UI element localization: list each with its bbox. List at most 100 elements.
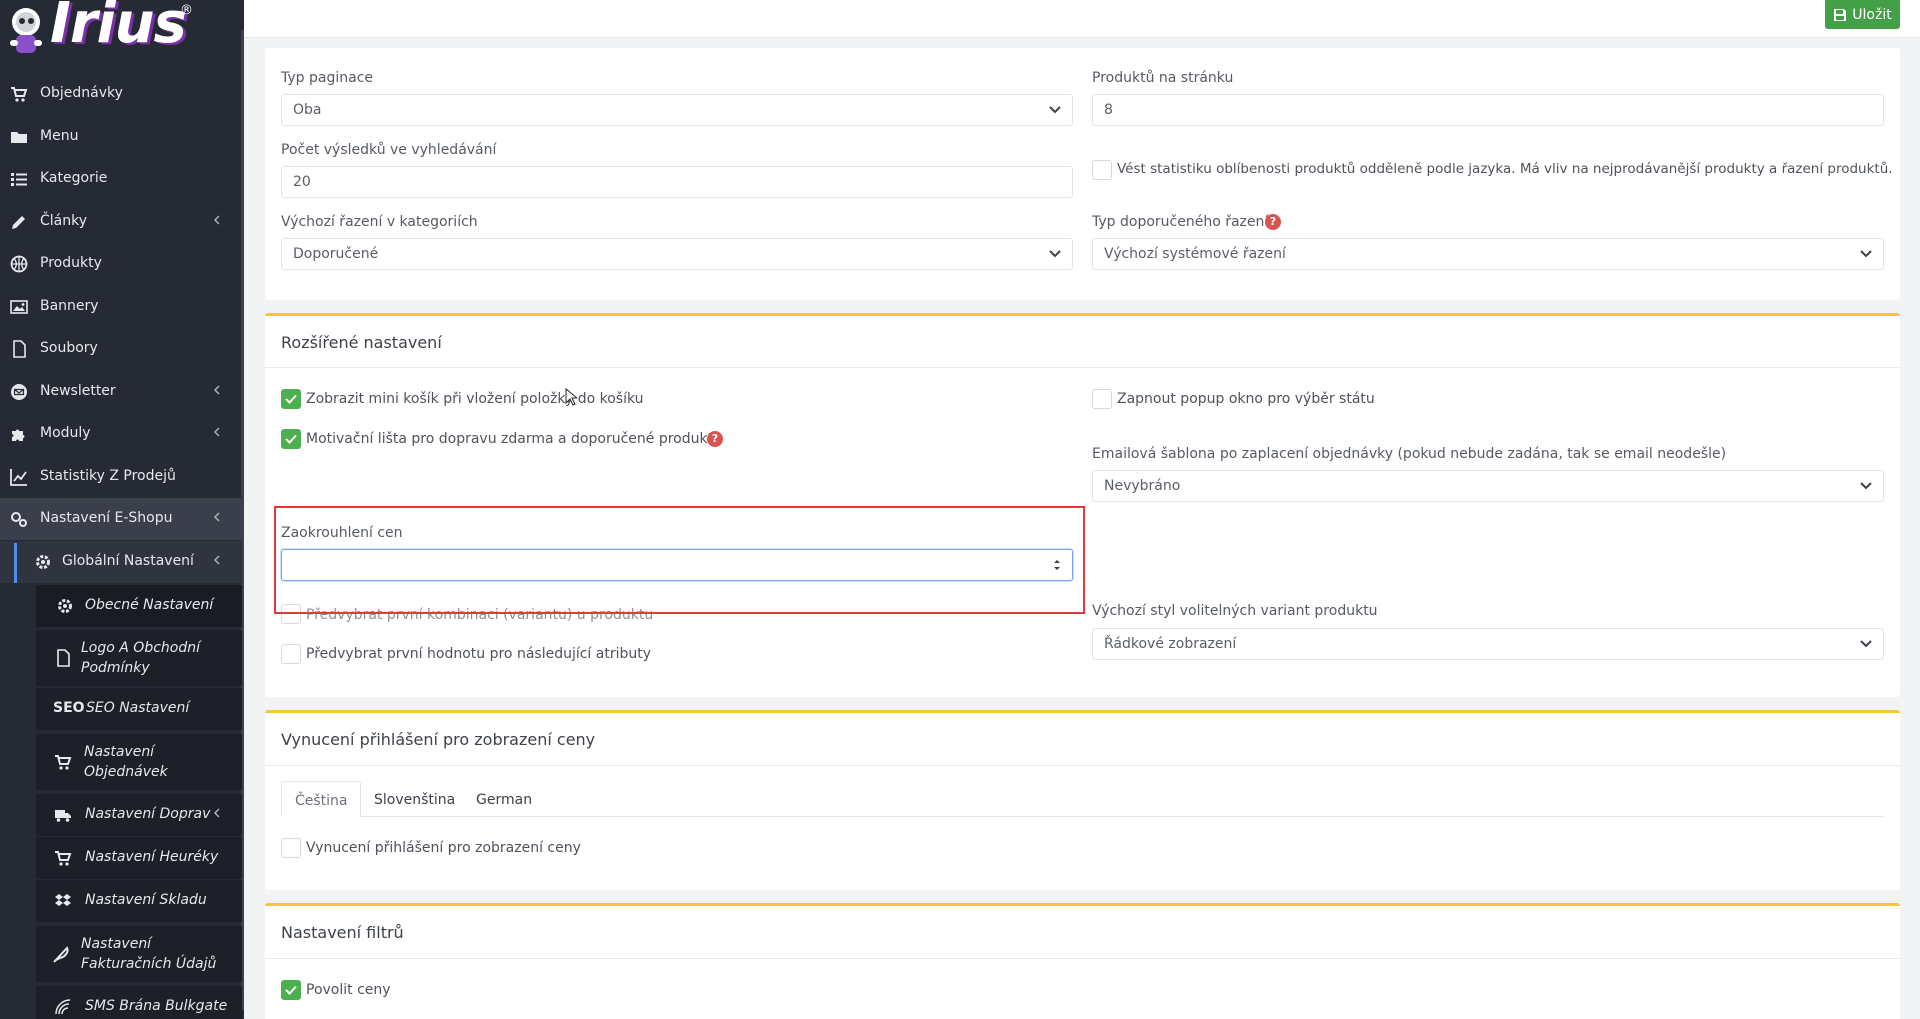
products-per-page-input[interactable]: 8 [1092, 94, 1884, 126]
default-sort-label: Výchozí řazení v kategoriích [281, 214, 478, 230]
save-button[interactable]: Uložit [1825, 0, 1900, 29]
sidebar-item-label: Nastavení Skladu [85, 892, 207, 908]
variant-style-value: Řádkové zobrazení [1104, 636, 1237, 652]
help-icon[interactable]: ? [1265, 214, 1281, 230]
sidebar-item-files[interactable]: Soubory [0, 328, 242, 370]
top-bar [244, 0, 1920, 38]
state-popup-checkbox[interactable] [1092, 389, 1112, 409]
sidebar-item-modules[interactable]: Moduly [0, 413, 242, 455]
motivation-bar-label: Motivační lišta pro dopravu zdarma a dop… [306, 431, 722, 447]
variant-style-label: Výchozí styl volitelných variant produkt… [1092, 603, 1378, 619]
sidebar-item-categories[interactable]: Kategorie [0, 158, 242, 200]
preselect-attribute-checkbox[interactable] [281, 644, 301, 664]
pencil-icon [12, 216, 25, 229]
cart-icon [55, 755, 72, 770]
sidebar-item-menu[interactable]: Menu [0, 116, 242, 158]
active-indicator [14, 543, 17, 583]
tab-slovak[interactable]: Slovenština [361, 781, 468, 817]
file-icon [57, 649, 70, 667]
sidebar-item-products[interactable]: Produkty [0, 243, 242, 285]
sidebar-item-label-line2: Podmínky [81, 660, 150, 676]
mouse-cursor-icon [565, 388, 577, 406]
allow-prices-checkbox[interactable] [281, 980, 301, 1000]
sidebar-item-label: Produkty [40, 255, 102, 271]
chevron-left-icon [213, 385, 220, 395]
mini-cart-checkbox[interactable] [281, 389, 301, 409]
sidebar-item-sms-gateway[interactable]: SMS Brána Bulkgate [36, 986, 242, 1019]
pagination-type-select[interactable]: Oba [281, 94, 1073, 126]
sidebar-item-label: Obecné Nastavení [85, 597, 214, 613]
file-icon [13, 340, 26, 358]
folder-icon [11, 132, 27, 143]
variant-style-select[interactable]: Řádkové zobrazení [1092, 628, 1884, 660]
sidebar-item-label-line1: Nastavení [84, 744, 155, 760]
card-divider [265, 958, 1900, 959]
tab-czech[interactable]: Čeština [281, 781, 361, 817]
sidebar-item-orders[interactable]: Objednávky [0, 73, 242, 115]
card-divider [265, 765, 1900, 766]
sidebar-item-sales-stats[interactable]: Statistiky Z Prodejů [0, 456, 242, 498]
chevron-down-icon [1860, 482, 1872, 490]
brand-logo[interactable]: Irius ® [0, 0, 244, 64]
sidebar-item-heureka-settings[interactable]: Nastavení Heuréky [36, 837, 242, 879]
sidebar-item-global-settings[interactable]: Globální Nastavení [0, 541, 242, 583]
login-required-checkbox[interactable] [281, 838, 301, 858]
recommended-sort-type-select[interactable]: Výchozí systémové řazení [1092, 238, 1884, 270]
motivation-bar-checkbox[interactable] [281, 429, 301, 449]
sidebar-item-label-line2: Fakturačních Údajů [81, 956, 217, 972]
preselect-attribute-label: Předvybrat první hodnotu pro následující… [306, 646, 652, 662]
feather-icon [53, 946, 69, 963]
sidebar-item-billing-settings[interactable]: Nastavení Fakturačních Údajů [36, 926, 242, 982]
sidebar-item-general-settings[interactable]: Obecné Nastavení [36, 585, 242, 627]
help-icon[interactable]: ? [707, 431, 723, 447]
sidebar-item-articles[interactable]: Články [0, 201, 242, 243]
sidebar-item-label: Nastavení Heuréky [85, 849, 219, 865]
search-results-input[interactable]: 20 [281, 166, 1073, 198]
signal-icon [55, 999, 71, 1015]
sidebar-item-label: Globální Nastavení [62, 553, 194, 569]
email-template-select[interactable]: Nevybráno [1092, 470, 1884, 502]
chart-line-icon [10, 469, 27, 486]
sidebar-item-newsletter[interactable]: Newsletter [0, 371, 242, 413]
cogs-icon [11, 512, 27, 527]
sidebar-item-eshop-settings[interactable]: Nastavení E-Shopu [0, 498, 242, 540]
sidebar-item-shipping-settings[interactable]: Nastavení Doprav [36, 794, 242, 836]
floppy-icon [1834, 8, 1847, 21]
chevron-down-icon [1049, 106, 1061, 114]
gear-icon [36, 555, 50, 569]
sidebar-item-label: Články [40, 213, 88, 229]
sidebar-item-order-settings[interactable]: Nastavení Objednávek [36, 734, 242, 790]
sidebar-item-label: Kategorie [40, 170, 108, 186]
search-results-value: 20 [293, 174, 311, 190]
products-per-page-label: Produktů na stránku [1092, 70, 1234, 86]
sidebar-item-label: SEO Nastavení [86, 700, 190, 716]
chevron-left-icon [213, 808, 220, 818]
image-icon [10, 300, 28, 314]
card-accent-line [265, 313, 1900, 316]
login-required-title: Vynucení přihlášení pro zobrazení ceny [281, 730, 596, 749]
sidebar-item-label: Nastavení E-Shopu [40, 510, 173, 526]
sidebar-item-stock-settings[interactable]: Nastavení Skladu [36, 880, 242, 922]
sidebar-item-seo-settings[interactable]: SEO SEO Nastavení [36, 688, 242, 730]
sidebar-item-label-line2: Objednávek [84, 764, 168, 780]
highlight-annotation [274, 506, 1085, 614]
registered-mark: ® [180, 3, 193, 18]
allow-prices-label: Povolit ceny [306, 982, 391, 998]
login-required-label: Vynucení přihlášení pro zobrazení ceny [306, 840, 581, 856]
checkmark-icon [285, 985, 297, 995]
checkmark-icon [285, 434, 297, 444]
recommended-sort-type-label: Typ doporučeného řazení [1092, 214, 1269, 230]
login-required-card: Vynucení přihlášení pro zobrazení ceny Č… [265, 710, 1900, 890]
tab-german[interactable]: German [463, 781, 545, 817]
sidebar-item-banners[interactable]: Bannery [0, 286, 242, 328]
save-button-label: Uložit [1852, 6, 1892, 23]
popularity-stats-checkbox[interactable] [1092, 160, 1112, 180]
state-popup-label: Zapnout popup okno pro výběr státu [1117, 391, 1375, 407]
sidebar-item-label: Soubory [40, 340, 98, 356]
logo-text: Irius [50, 0, 187, 56]
filters-title: Nastavení filtrů [281, 923, 404, 942]
pagination-type-label: Typ paginace [281, 70, 373, 86]
email-template-value: Nevybráno [1104, 478, 1181, 494]
sidebar-item-logo-terms[interactable]: Logo A Obchodní Podmínky [36, 630, 242, 686]
default-sort-select[interactable]: Doporučené [281, 238, 1073, 270]
